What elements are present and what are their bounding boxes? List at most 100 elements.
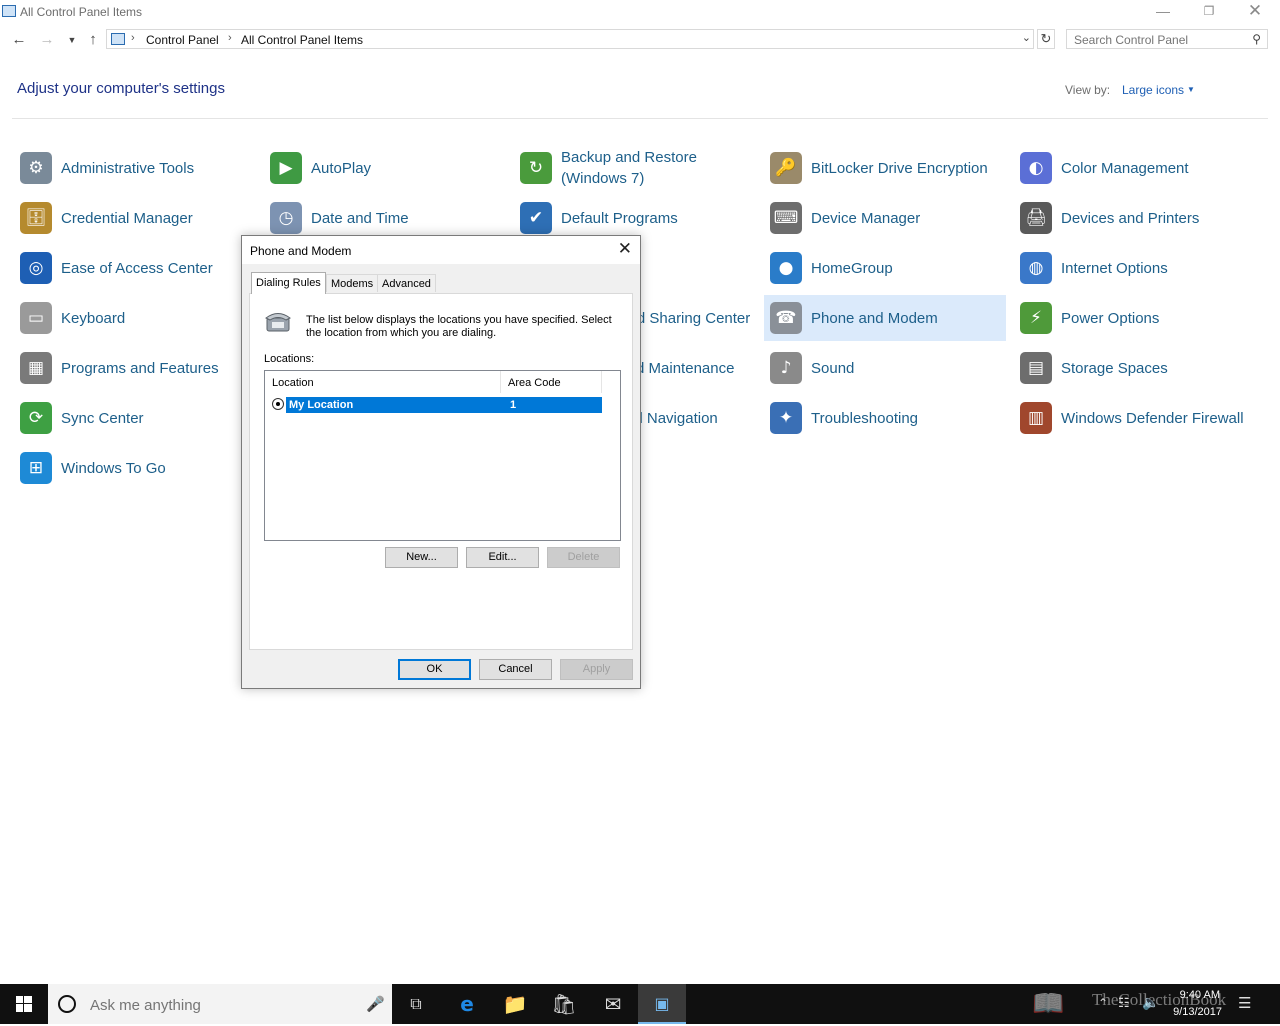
up-arrow-icon[interactable]: ↑ — [82, 30, 104, 50]
task-view-icon[interactable]: ⧉ — [392, 984, 440, 1024]
refresh-icon[interactable]: ↻ — [1037, 29, 1055, 49]
volume-icon[interactable]: 🔈 — [1142, 994, 1159, 1011]
clock-time[interactable]: 9:40 AM — [1168, 989, 1220, 1001]
control-panel-item[interactable]: ⚡ Power Options — [1014, 295, 1256, 341]
control-panel-taskbar-icon[interactable]: ▣ — [638, 984, 686, 1024]
control-panel-item[interactable]: ↻ Backup and Restore (Windows 7) — [514, 145, 756, 191]
close-button[interactable]: ✕ — [1232, 0, 1278, 24]
dialog-close-icon[interactable]: ✕ — [618, 239, 632, 259]
windows-to-go-icon-glyph: ⊞ — [28, 458, 44, 478]
file-explorer-icon[interactable]: 📁 — [491, 984, 539, 1024]
breadcrumb-separator-icon[interactable]: › — [228, 32, 232, 44]
control-panel-item[interactable]: ✦ Troubleshooting — [764, 395, 1006, 441]
tab-advanced[interactable]: Advanced — [377, 274, 436, 292]
minimize-button[interactable]: — — [1140, 0, 1186, 24]
column-header-location[interactable]: Location — [265, 371, 501, 393]
control-panel-item[interactable]: ◍ Internet Options — [1014, 245, 1256, 291]
control-panel-item[interactable]: ◐ Color Management — [1014, 145, 1256, 191]
control-panel-item[interactable]: ⌨ Device Manager — [764, 195, 1006, 241]
sync-center-icon: ⟳ — [20, 402, 52, 434]
clock-date[interactable]: 9/13/2017 — [1160, 1006, 1222, 1018]
devices-printers-icon-glyph: 🖨 — [1025, 208, 1047, 228]
default-programs-icon: ✔ — [520, 202, 552, 234]
control-panel-item[interactable]: ▶ AutoPlay — [264, 145, 506, 191]
internet-options-icon-glyph: ◍ — [1028, 258, 1044, 278]
location-name: My Location — [289, 399, 354, 411]
control-panel-item[interactable]: ☎ Phone and Modem — [764, 295, 1006, 341]
autoplay-icon: ▶ — [270, 152, 302, 184]
restore-button[interactable]: ❐ — [1186, 0, 1232, 24]
control-panel-item[interactable]: ♪ Sound — [764, 345, 1006, 391]
column-header-area-code[interactable]: Area Code — [501, 371, 602, 393]
keyboard-icon-glyph: ▭ — [27, 308, 45, 328]
windows-start-icon[interactable] — [0, 984, 48, 1024]
storage-spaces-icon-glyph: ▤ — [1027, 358, 1045, 378]
view-by-chevron-icon[interactable]: ▼ — [1187, 85, 1195, 94]
forward-arrow-icon[interactable]: → — [36, 30, 58, 50]
new-button[interactable]: New... — [385, 547, 458, 568]
control-panel-item-label: Sync Center — [61, 409, 144, 427]
search-input[interactable] — [1067, 30, 1246, 50]
control-panel-item[interactable]: ▥ Windows Defender Firewall — [1014, 395, 1256, 441]
keyboard-icon: ▭ — [20, 302, 52, 334]
microphone-icon[interactable]: 🎤 — [366, 995, 385, 1013]
recent-locations-chevron-icon[interactable]: ▼ — [61, 30, 83, 50]
locations-list[interactable]: Location Area Code My Location 1 — [264, 370, 621, 541]
control-panel-item[interactable]: ⟳ Sync Center — [14, 395, 256, 441]
date-time-icon: ◷ — [270, 202, 302, 234]
control-panel-item-label: AutoPlay — [311, 159, 372, 177]
search-icon[interactable]: ⚲ — [1252, 32, 1261, 46]
programs-features-icon-glyph: ▦ — [27, 358, 45, 378]
list-item[interactable]: My Location 1 — [285, 396, 603, 414]
breadcrumb-control-panel[interactable]: Control Panel — [146, 33, 219, 47]
tab-modems[interactable]: Modems — [326, 274, 379, 292]
bitlocker-icon: 🔑 — [770, 152, 802, 184]
phone-modem-icon: ☎ — [770, 302, 802, 334]
action-center-icon[interactable]: ☰ — [1238, 994, 1251, 1012]
control-panel-item[interactable]: ▤ Storage Spaces — [1014, 345, 1256, 391]
device-manager-icon-glyph: ⌨ — [773, 208, 799, 228]
control-panel-item-label: Device Manager — [811, 209, 921, 227]
address-bar[interactable]: › Control Panel › All Control Panel Item… — [106, 29, 1034, 49]
default-programs-icon-glyph: ✔ — [528, 208, 544, 228]
view-by-dropdown[interactable]: Large icons — [1122, 83, 1184, 97]
view-by-label: View by: — [1065, 83, 1111, 97]
dialing-rules-panel: The list below displays the locations yo… — [249, 293, 633, 650]
control-panel-item[interactable]: ▦ Programs and Features — [14, 345, 256, 391]
edge-browser-icon[interactable]: e — [443, 984, 491, 1024]
control-panel-item[interactable]: ⊞ Windows To Go — [14, 445, 256, 491]
control-panel-item[interactable]: ● HomeGroup — [764, 245, 1006, 291]
tab-dialing-rules[interactable]: Dialing Rules — [251, 272, 326, 294]
mail-icon[interactable]: ✉ — [589, 984, 637, 1024]
cortana-search-input[interactable] — [88, 984, 352, 1026]
bitlocker-icon-glyph: 🔑 — [775, 158, 797, 178]
edit-button[interactable]: Edit... — [466, 547, 539, 568]
network-icon[interactable]: ☷ — [1118, 995, 1130, 1011]
show-hidden-icons-chevron-icon[interactable]: ⌃ — [1098, 996, 1108, 1010]
breadcrumb-separator-icon[interactable]: › — [131, 32, 135, 44]
control-panel-item-label: Credential Manager — [61, 209, 193, 227]
control-panel-item-label: Storage Spaces — [1061, 359, 1168, 377]
address-dropdown-icon[interactable]: ⌄ — [1022, 31, 1031, 44]
control-panel-item[interactable]: 🔑 BitLocker Drive Encryption — [764, 145, 1006, 191]
breadcrumb-all-items[interactable]: All Control Panel Items — [241, 33, 363, 47]
cortana-search-box[interactable]: 🎤 — [48, 984, 392, 1026]
control-panel-item-label: Ease of Access Center — [61, 259, 213, 277]
control-panel-item[interactable]: ◎ Ease of Access Center — [14, 245, 256, 291]
back-arrow-icon[interactable]: ← — [8, 30, 30, 50]
delete-button[interactable]: Delete — [547, 547, 620, 568]
cortana-icon[interactable] — [58, 995, 76, 1013]
apply-button[interactable]: Apply — [560, 659, 633, 680]
search-box[interactable]: ⚲ — [1066, 29, 1268, 50]
control-panel-item[interactable]: 🗄 Credential Manager — [14, 195, 256, 241]
control-panel-item-label: BitLocker Drive Encryption — [811, 159, 988, 177]
store-icon[interactable]: 🛍 — [540, 984, 588, 1024]
page-title: Adjust your computer's settings — [17, 80, 225, 97]
watermark-book-icon: 📖 — [1032, 988, 1065, 1018]
firewall-icon-glyph: ▥ — [1027, 408, 1045, 428]
control-panel-item[interactable]: ⚙ Administrative Tools — [14, 145, 256, 191]
ok-button[interactable]: OK — [398, 659, 471, 680]
control-panel-item[interactable]: ▭ Keyboard — [14, 295, 256, 341]
cancel-button[interactable]: Cancel — [479, 659, 552, 680]
control-panel-item[interactable]: 🖨 Devices and Printers — [1014, 195, 1256, 241]
